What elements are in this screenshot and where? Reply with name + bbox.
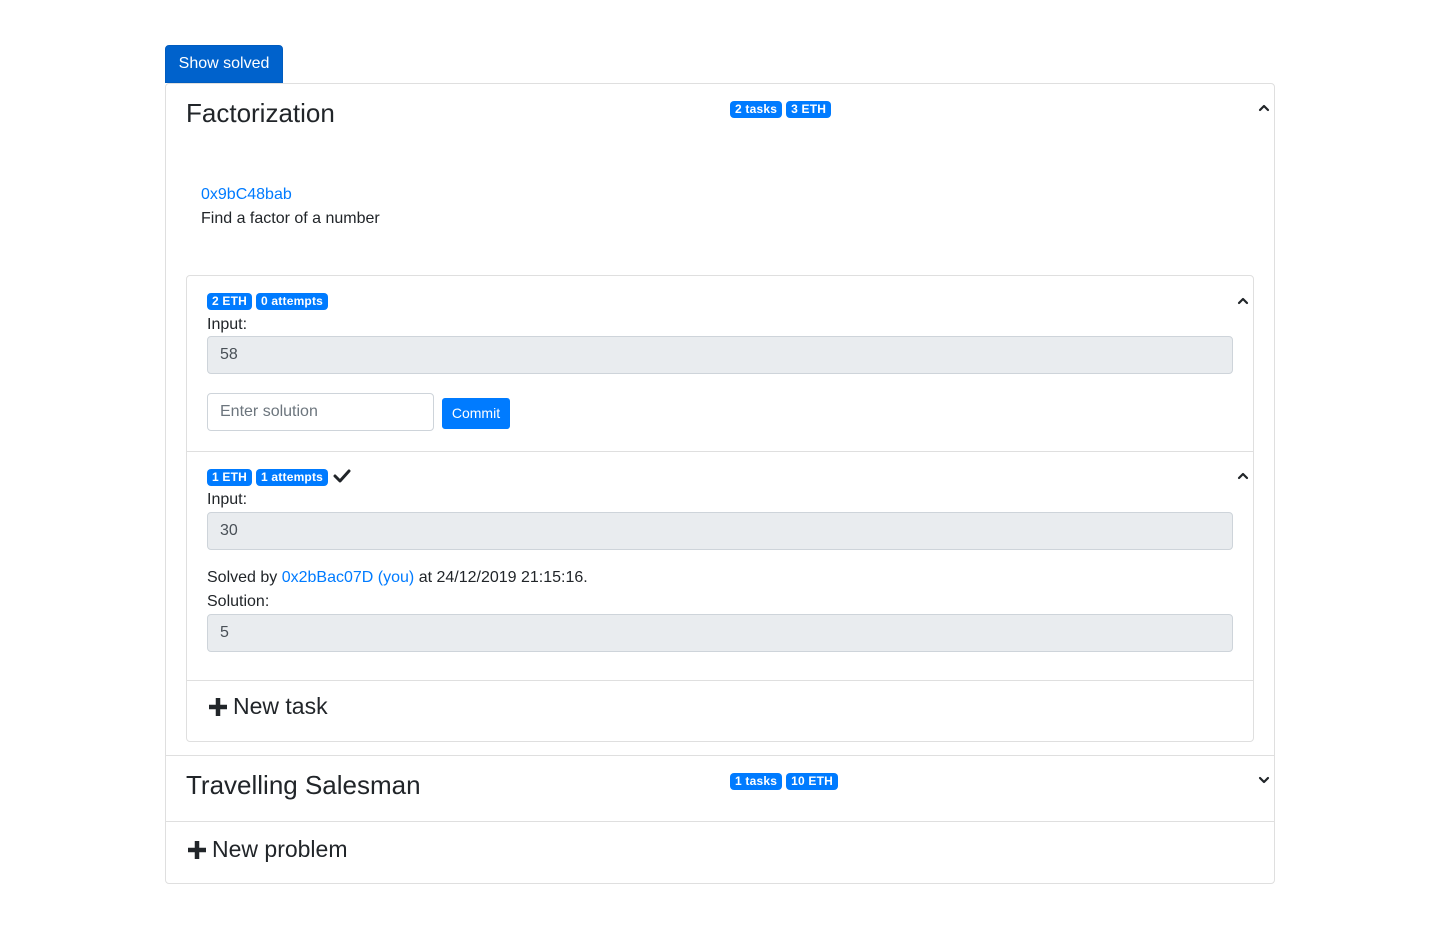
task-input-value: 58 [207, 336, 1233, 374]
solved-by-line: Solved by 0x2bBac07D (you) at 24/12/2019… [207, 569, 588, 587]
new-problem-button[interactable]: New problem [186, 836, 348, 863]
divider [166, 755, 1274, 756]
commit-button[interactable]: Commit [442, 398, 510, 429]
chevron-up-icon[interactable] [1257, 101, 1271, 115]
chevron-up-icon[interactable] [1236, 294, 1250, 308]
problem-owner-address-link[interactable]: 0x9bC48bab [201, 186, 292, 204]
solved-by-prefix: Solved by [207, 569, 278, 586]
divider [166, 821, 1274, 822]
task-badges: 2 ETH 0 attempts [207, 293, 329, 310]
check-icon [333, 468, 351, 484]
task-reward-badge: 2 ETH [207, 293, 253, 310]
plus-icon [186, 839, 208, 861]
new-task-label: New task [233, 693, 328, 719]
reward-badge: 3 ETH [786, 101, 832, 118]
tasks-count-badge: 2 tasks [730, 101, 783, 118]
task-badges: 1 ETH 1 attempts [207, 469, 329, 486]
new-problem-label: New problem [212, 836, 348, 862]
new-task-button[interactable]: New task [207, 693, 328, 720]
task-input-value: 30 [207, 512, 1233, 550]
problems-accordion: Factorization 2 tasks 3 ETH 0x9bC48bab F… [165, 83, 1275, 884]
solver-address-link[interactable]: 0x2bBac07D (you) [282, 569, 415, 586]
chevron-up-icon[interactable] [1236, 469, 1250, 483]
problem-title-travelling-salesman[interactable]: Travelling Salesman [186, 770, 421, 801]
reward-badge: 10 ETH [786, 773, 838, 790]
problem-description: Find a factor of a number [201, 210, 380, 227]
task-reward-badge: 1 ETH [207, 469, 253, 486]
problem-title-factorization[interactable]: Factorization [186, 98, 335, 129]
tasks-count-badge: 1 tasks [730, 773, 783, 790]
solution-input[interactable] [207, 393, 434, 431]
solution-label: Solution: [207, 593, 270, 610]
chevron-down-icon[interactable] [1257, 773, 1271, 787]
divider [187, 451, 1253, 452]
task-attempts-badge: 0 attempts [256, 293, 329, 310]
task-attempts-badge: 1 attempts [256, 469, 329, 486]
problem-badges: 2 tasks 3 ETH [730, 101, 832, 118]
problem-badges: 1 tasks 10 ETH [730, 773, 838, 790]
show-solved-button[interactable]: Show solved [165, 45, 283, 83]
tasks-list: 2 ETH 0 attempts Input: 58 Commit 1 ETH … [186, 275, 1254, 742]
plus-icon [207, 696, 229, 718]
task-input-label: Input: [207, 316, 248, 333]
task-input-label: Input: [207, 491, 248, 508]
divider [187, 680, 1253, 681]
solution-value: 5 [207, 614, 1233, 652]
solved-at-text: at 24/12/2019 21:15:16. [418, 569, 588, 586]
